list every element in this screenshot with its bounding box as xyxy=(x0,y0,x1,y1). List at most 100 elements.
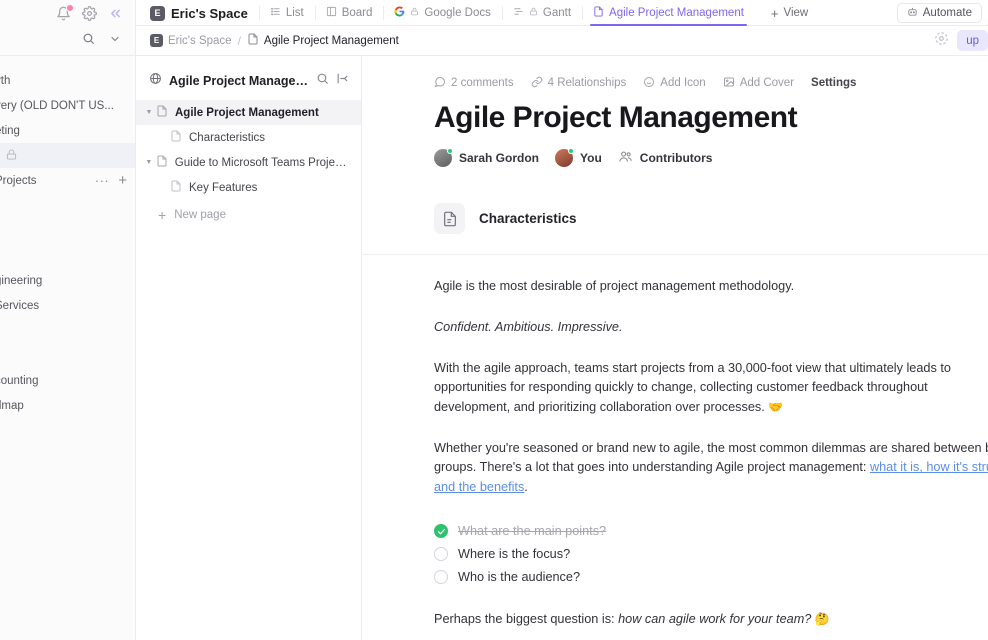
upgrade-button[interactable]: up xyxy=(957,30,988,51)
checkbox-icon[interactable] xyxy=(434,547,448,562)
checkbox-checked-icon[interactable] xyxy=(434,524,448,539)
sidebar-item-locked[interactable] xyxy=(0,143,135,168)
person-name: You xyxy=(580,150,602,165)
checklist-item[interactable]: Who is the audience? xyxy=(434,566,988,589)
person-sarah-gordon[interactable]: Sarah Gordon xyxy=(434,147,539,167)
tab-list[interactable]: List xyxy=(258,0,315,26)
paragraph-tagline[interactable]: Confident. Ambitious. Impressive. xyxy=(434,318,988,337)
plus-icon: + xyxy=(770,5,779,21)
globe-icon[interactable] xyxy=(149,72,162,90)
breadcrumb: E Eric's Space / Agile Project Managemen… xyxy=(136,26,988,56)
checkbox-icon[interactable] xyxy=(434,570,448,585)
search-icon[interactable] xyxy=(316,72,329,90)
add-view-button[interactable]: + View xyxy=(755,0,819,26)
sidebar-items-list: vth very (OLD DON'T US... eting Projects… xyxy=(0,56,135,418)
doc-tree-title: Agile Project Management xyxy=(169,74,309,88)
avatar xyxy=(434,147,453,167)
page-title[interactable]: Agile Project Management xyxy=(434,101,988,136)
tab-board-label: Board xyxy=(341,7,373,19)
new-page-button[interactable]: + New page xyxy=(136,202,361,228)
comments-button[interactable]: 2 comments xyxy=(434,76,514,91)
subpage-card-characteristics[interactable]: Characteristics xyxy=(434,193,988,245)
automate-button[interactable]: Automate xyxy=(896,3,982,23)
settings-button[interactable]: Settings xyxy=(811,77,856,89)
relationship-icon xyxy=(531,76,543,91)
doc-icon xyxy=(156,155,168,170)
sidebar-item[interactable]: counting xyxy=(0,368,135,393)
breadcrumb-current[interactable]: Agile Project Management xyxy=(247,33,399,48)
doc-icon xyxy=(170,180,182,195)
bell-icon[interactable] xyxy=(56,3,74,21)
breadcrumb-space[interactable]: E Eric's Space xyxy=(150,34,232,47)
view-tab-strip: E Eric's Space List Board Google Docs Ga… xyxy=(136,0,988,26)
sidebar-item[interactable]: eting xyxy=(0,118,135,143)
doc-tree-header: Agile Project Management xyxy=(136,62,361,94)
checklist-item[interactable]: Where is the focus? xyxy=(434,543,988,566)
contributors-button[interactable]: Contributors xyxy=(618,149,712,167)
tree-item-key-features[interactable]: Key Features xyxy=(136,175,361,200)
sidebar-item[interactable]: Services xyxy=(0,293,135,318)
sidebar-item[interactable]: vth xyxy=(0,68,135,93)
tree-item-guide-to-microsoft-teams[interactable]: ▼ Guide to Microsoft Teams Project... xyxy=(136,150,361,175)
add-icon-button[interactable]: Add Icon xyxy=(643,76,706,91)
tab-gantt[interactable]: Gantt xyxy=(501,0,582,26)
paragraph-closing[interactable]: Perhaps the biggest question is: how can… xyxy=(434,610,988,629)
doc-icon xyxy=(170,130,182,145)
more-options-icon[interactable]: ··· xyxy=(95,174,110,187)
sidebar-item-projects[interactable]: Projects ··· + xyxy=(0,168,135,193)
tree-item-agile-project-management[interactable]: ▼ Agile Project Management xyxy=(136,100,361,125)
sidebar-item[interactable]: r xyxy=(0,218,135,243)
tree-item-label: Characteristics xyxy=(189,131,266,144)
add-cover-label: Add Cover xyxy=(739,77,795,89)
refresh-icon[interactable] xyxy=(934,31,949,51)
board-icon xyxy=(326,6,337,20)
tab-gantt-label: Gantt xyxy=(542,7,572,19)
tab-google-docs[interactable]: Google Docs xyxy=(383,0,501,26)
add-icon-label: Add Icon xyxy=(660,77,706,89)
chevron-down-icon[interactable]: ▼ xyxy=(142,109,156,116)
checklist: What are the main points? Where is the f… xyxy=(434,520,988,589)
chevron-down-icon[interactable]: ▼ xyxy=(142,159,156,166)
tab-google-docs-label: Google Docs xyxy=(424,7,491,19)
add-icon[interactable]: + xyxy=(118,173,127,188)
tab-list-label: List xyxy=(285,7,304,19)
chevron-down-icon[interactable] xyxy=(109,32,121,50)
relationships-button[interactable]: 4 Relationships xyxy=(531,76,626,91)
contributors-icon xyxy=(618,149,633,167)
online-status-dot xyxy=(568,147,575,154)
tree-item-characteristics[interactable]: Characteristics xyxy=(136,125,361,150)
sidebar-item[interactable]: dmap xyxy=(0,393,135,418)
doc-tree-list: ▼ Agile Project Management Characteristi… xyxy=(136,100,361,228)
paragraph-agile-approach[interactable]: With the agile approach, teams start pro… xyxy=(434,359,988,417)
lock-icon xyxy=(529,7,538,19)
collapse-icon[interactable] xyxy=(108,6,123,21)
doc-icon xyxy=(156,105,168,120)
sidebar-item[interactable]: very (OLD DON'T US... xyxy=(0,93,135,118)
search-icon[interactable] xyxy=(82,32,95,50)
space-name-tab[interactable]: E Eric's Space xyxy=(136,0,259,26)
paragraph-intro[interactable]: Agile is the most desirable of project m… xyxy=(434,277,988,296)
breadcrumb-separator: / xyxy=(237,33,241,48)
closing-text-italic: how can agile work for your team? xyxy=(618,611,812,626)
checklist-item[interactable]: What are the main points? xyxy=(434,520,988,543)
subpage-label: Characteristics xyxy=(479,211,577,226)
automate-icon xyxy=(907,6,918,20)
tab-agile-project-management[interactable]: Agile Project Management xyxy=(582,0,755,26)
collapse-panel-icon[interactable] xyxy=(336,72,349,90)
document-pane: 2 comments 4 Relationships Add Icon Add … xyxy=(362,56,988,640)
gear-icon[interactable] xyxy=(82,5,97,21)
sidebar-item[interactable]: gineering xyxy=(0,268,135,293)
checklist-item-label: Where is the focus? xyxy=(458,547,571,562)
checklist-item-label: Who is the audience? xyxy=(458,570,581,585)
add-cover-icon xyxy=(723,76,735,91)
handshake-emoji: 🤝 xyxy=(768,399,784,414)
person-you[interactable]: You xyxy=(555,147,602,167)
sidebar-item-actions: ··· + xyxy=(95,173,127,188)
add-cover-button[interactable]: Add Cover xyxy=(723,76,794,91)
paragraph-dilemmas[interactable]: Whether you're seasoned or brand new to … xyxy=(434,439,988,497)
doc-icon xyxy=(593,6,604,20)
tab-board[interactable]: Board xyxy=(314,0,384,26)
